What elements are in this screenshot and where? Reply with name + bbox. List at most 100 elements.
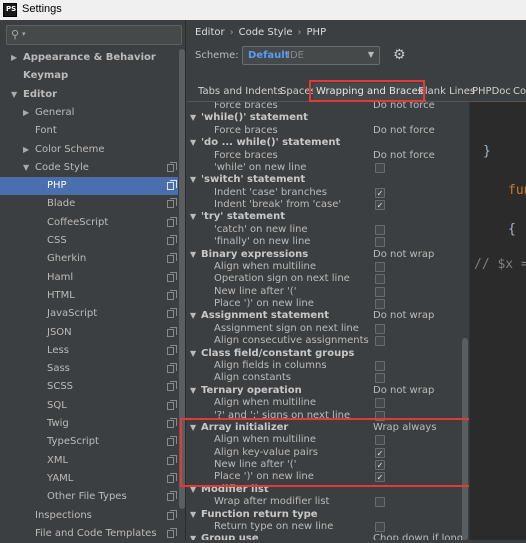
option-row[interactable]: 'catch' on new line — [187, 224, 469, 237]
checkbox-unchecked[interactable] — [375, 336, 385, 347]
tree-item-twig[interactable]: Twig — [0, 415, 178, 433]
checkbox-unchecked[interactable] — [375, 323, 385, 334]
option-value-select[interactable]: Do not wrap — [373, 310, 434, 323]
checkbox-unchecked[interactable] — [375, 261, 385, 272]
option-row[interactable]: Align when multiline — [187, 261, 469, 274]
checkbox-unchecked[interactable] — [375, 373, 385, 384]
expanded-arrow-icon[interactable]: ▼ — [190, 385, 196, 398]
option-row[interactable]: Force braces Do not force — [187, 102, 469, 113]
scheme-select[interactable]: Default IDE ▼ — [242, 46, 380, 65]
tree-item-coffeescript[interactable]: CoffeeScript — [0, 214, 178, 232]
option-group[interactable]: ▼ 'do ... while()' statement — [187, 137, 469, 150]
tree-item-editor[interactable]: ▼ Editor — [0, 86, 178, 104]
checkbox-unchecked[interactable] — [375, 274, 385, 285]
tree-item-css[interactable]: CSS — [0, 232, 178, 250]
option-row[interactable]: Place ')' on new line — [187, 298, 469, 311]
tree-item-gherkin[interactable]: Gherkin — [0, 250, 178, 268]
option-group[interactable]: ▼ Group use Chop down if long — [187, 533, 469, 540]
option-value-select[interactable]: Chop down if long — [373, 533, 463, 540]
tree-item-html[interactable]: HTML — [0, 287, 178, 305]
gear-icon[interactable]: ⚙ — [393, 48, 406, 62]
option-row[interactable]: Return type on new line — [187, 521, 469, 534]
option-group[interactable]: ▼ 'while()' statement — [187, 112, 469, 125]
option-row[interactable]: Force braces Do not force — [187, 150, 469, 163]
tree-item-javascript[interactable]: JavaScript — [0, 305, 178, 323]
checkbox-unchecked[interactable] — [375, 286, 385, 297]
option-value-select[interactable]: Do not force — [373, 102, 435, 113]
tree-item-json[interactable]: JSON — [0, 324, 178, 342]
collapsed-arrow-icon[interactable]: ▶ — [23, 104, 29, 122]
tree-item-typescript[interactable]: TypeScript — [0, 433, 178, 451]
expanded-arrow-icon[interactable]: ▼ — [190, 137, 196, 150]
tree-item-color-scheme[interactable]: ▶ Color Scheme — [0, 141, 178, 159]
tree-item-code-style[interactable]: ▼ Code Style — [0, 159, 178, 177]
option-row[interactable]: Align constants — [187, 372, 469, 385]
option-row[interactable]: 'finally' on new line — [187, 236, 469, 249]
collapsed-arrow-icon[interactable]: ▶ — [11, 49, 17, 67]
option-group[interactable]: ▼ Ternary operation Do not wrap — [187, 385, 469, 398]
option-row[interactable]: Indent 'break' from 'case' ✓ — [187, 199, 469, 212]
option-row[interactable]: Assignment sign on next line — [187, 323, 469, 336]
collapsed-arrow-icon[interactable]: ▶ — [23, 141, 29, 159]
tree-item-inspections[interactable]: Inspections — [0, 507, 178, 525]
checkbox-unchecked[interactable] — [375, 497, 385, 508]
expanded-arrow-icon[interactable]: ▼ — [190, 348, 196, 361]
expanded-arrow-icon[interactable]: ▼ — [11, 86, 17, 104]
tree-item-keymap[interactable]: Keymap — [0, 67, 178, 85]
tree-item-sass[interactable]: Sass — [0, 360, 178, 378]
option-value-select[interactable]: Do not force — [373, 125, 435, 138]
option-row[interactable]: Wrap after modifier list — [187, 496, 469, 509]
checkbox-unchecked[interactable] — [375, 360, 385, 371]
tree-item-appearance-behavior[interactable]: ▶ Appearance & Behavior — [0, 49, 178, 67]
expanded-arrow-icon[interactable]: ▼ — [190, 211, 196, 224]
tree-item-font[interactable]: Font — [0, 122, 178, 140]
option-group[interactable]: ▼ Assignment statement Do not wrap — [187, 310, 469, 323]
checkbox-unchecked[interactable] — [375, 162, 385, 173]
checkbox-unchecked[interactable] — [375, 398, 385, 409]
expanded-arrow-icon[interactable]: ▼ — [190, 310, 196, 323]
tree-item-haml[interactable]: Haml — [0, 269, 178, 287]
option-row[interactable]: Align when multiline — [187, 397, 469, 410]
option-value-select[interactable]: Do not force — [373, 150, 435, 163]
tree-item-xml[interactable]: XML — [0, 452, 178, 470]
tree-item-php[interactable]: PHP — [0, 177, 178, 196]
tree-item-scss[interactable]: SCSS — [0, 378, 178, 396]
option-row[interactable]: Align fields in columns — [187, 360, 469, 373]
checkbox-unchecked[interactable] — [375, 521, 385, 532]
expanded-arrow-icon[interactable]: ▼ — [190, 509, 196, 522]
expanded-arrow-icon[interactable]: ▼ — [190, 249, 196, 262]
expanded-arrow-icon[interactable]: ▼ — [190, 174, 196, 187]
search-history-dropdown-icon[interactable]: ▾ — [22, 30, 26, 38]
option-row[interactable]: Operation sign on next line — [187, 273, 469, 286]
option-row[interactable]: 'while' on new line — [187, 162, 469, 175]
expanded-arrow-icon[interactable]: ▼ — [23, 159, 29, 177]
option-row[interactable]: Force braces Do not force — [187, 125, 469, 138]
tree-item-yaml[interactable]: YAML — [0, 470, 178, 488]
tree-item-blade[interactable]: Blade — [0, 195, 178, 213]
option-group[interactable]: ▼ 'try' statement — [187, 211, 469, 224]
tab-tabs-and-indents[interactable]: Tabs and Indents — [198, 86, 283, 97]
tab-phpdoc[interactable]: PHPDoc — [472, 86, 511, 97]
checkbox-unchecked[interactable] — [375, 237, 385, 248]
tree-item-general[interactable]: ▶ General — [0, 104, 178, 122]
option-row[interactable]: Indent 'case' branches ✓ — [187, 187, 469, 200]
tree-item-file-and-code-templates[interactable]: File and Code Templates — [0, 525, 178, 543]
tree-item-sql[interactable]: SQL — [0, 397, 178, 415]
settings-search-input[interactable]: ⚲ ▾ — [6, 25, 182, 45]
option-group[interactable]: ▼ Binary expressions Do not wrap — [187, 249, 469, 262]
tree-item-other-file-types[interactable]: Other File Types — [0, 488, 178, 506]
option-group[interactable]: ▼ Function return type — [187, 509, 469, 522]
tab-co[interactable]: Co — [513, 86, 526, 97]
checkbox-unchecked[interactable] — [375, 299, 385, 310]
option-value-select[interactable]: Do not wrap — [373, 385, 434, 398]
option-value-select[interactable]: Do not wrap — [373, 249, 434, 262]
option-row[interactable]: Align consecutive assignments — [187, 335, 469, 348]
checkbox-checked[interactable]: ✓ — [375, 200, 385, 211]
tree-item-less[interactable]: Less — [0, 342, 178, 360]
option-group[interactable]: ▼ Class field/constant groups — [187, 348, 469, 361]
checkbox-unchecked[interactable] — [375, 224, 385, 235]
tab-blank-lines[interactable]: Blank Lines — [418, 86, 475, 97]
checkbox-checked[interactable]: ✓ — [375, 187, 385, 198]
expanded-arrow-icon[interactable]: ▼ — [190, 112, 196, 125]
option-group[interactable]: ▼ 'switch' statement — [187, 174, 469, 187]
